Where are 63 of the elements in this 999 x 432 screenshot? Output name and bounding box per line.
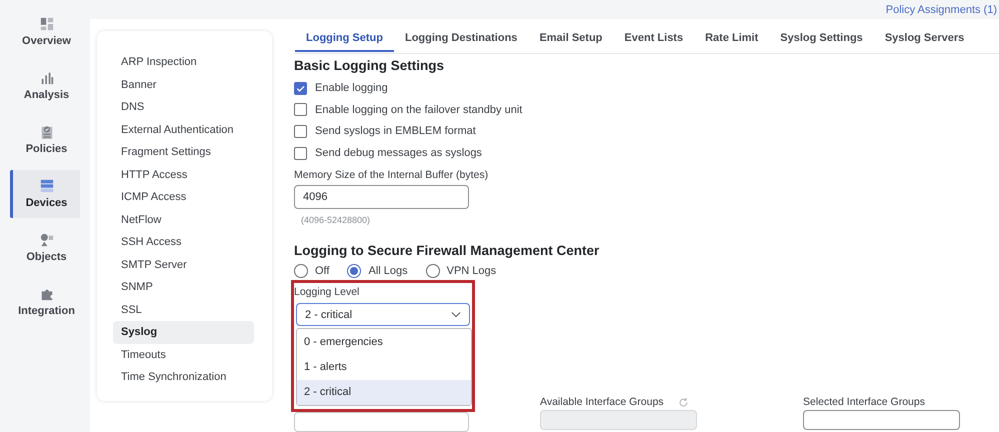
dropdown-option[interactable]: 2 - critical (297, 380, 471, 405)
settings-menu-item[interactable]: SSH Access (113, 231, 254, 254)
nav-item[interactable]: Analysis (10, 62, 80, 110)
radio-label: Off (315, 265, 330, 277)
settings-menu-item[interactable]: Syslog (113, 321, 254, 344)
checkbox[interactable] (294, 146, 307, 160)
settings-menu-item[interactable]: NetFlow (113, 208, 254, 232)
settings-menu-item[interactable]: DNS (113, 96, 254, 119)
nav-item[interactable]: Policies (10, 116, 80, 164)
field-label: Available Interface Groups (540, 396, 664, 408)
settings-menu-item[interactable]: Fragment Settings (113, 141, 254, 164)
radio-button[interactable] (347, 264, 362, 278)
settings-menu-item[interactable]: SNMP (113, 276, 254, 299)
checkbox[interactable] (294, 82, 307, 95)
clipboard-icon (40, 125, 54, 139)
nav-item[interactable]: Devices (10, 170, 80, 218)
nav-item[interactable]: Overview (10, 8, 80, 56)
section-title: Logging to Secure Firewall Management Center (294, 243, 600, 258)
tab[interactable]: Syslog Servers (874, 32, 976, 52)
settings-menu-item[interactable]: Banner (113, 74, 254, 96)
dropdown-option[interactable]: 1 - alerts (297, 355, 471, 380)
logging-level-dropdown[interactable]: 2 - critical (296, 303, 470, 326)
buffer-size-field[interactable]: 4096 (294, 185, 469, 209)
tab[interactable]: Event Lists (613, 32, 694, 52)
tab[interactable]: Logging Setup (295, 32, 394, 52)
checkbox-label: Enable logging on the failover standby unit (315, 104, 522, 116)
radio-button[interactable] (426, 264, 440, 278)
checkbox-label: Send syslogs in EMBLEM format (315, 125, 476, 138)
settings-menu-item[interactable]: Time Synchronization (113, 366, 254, 389)
dashboard-icon (40, 17, 54, 31)
radio-label: VPN Logs (446, 265, 496, 277)
settings-menu-item[interactable]: ICMP Access (113, 186, 254, 209)
field-label: Memory Size of the Internal Buffer (bytes) (294, 169, 490, 181)
settings-menu-item[interactable]: External Authentication (113, 118, 254, 142)
checkbox[interactable] (294, 124, 307, 138)
section-title: Basic Logging Settings (294, 58, 446, 74)
dropdown-option[interactable]: 0 - emergencies (297, 330, 471, 355)
settings-menu-item[interactable]: SSL (113, 298, 254, 322)
tab[interactable]: Logging Destinations (394, 32, 528, 52)
chevron-down-icon (451, 311, 461, 318)
field-label: Logging Level (294, 285, 360, 298)
nav-item[interactable]: Integration (10, 278, 80, 326)
puzzle-icon (40, 287, 54, 301)
radio-button[interactable] (294, 264, 308, 278)
shapes-icon (40, 233, 54, 247)
tab[interactable]: Rate Limit (694, 32, 770, 52)
checkbox-label: Enable logging (315, 82, 388, 94)
range-hint: (4096-52428800) (301, 215, 372, 225)
checkbox-label: Send debug messages as syslogs (315, 147, 482, 160)
tab[interactable]: Email Setup (528, 32, 614, 52)
nav-item[interactable]: Objects (10, 224, 80, 272)
radio-label: All Logs (368, 265, 408, 277)
policy-assignments-link[interactable]: Policy Assignments (1) (886, 4, 997, 16)
checkbox[interactable] (294, 103, 307, 116)
settings-menu-item[interactable]: Timeouts (113, 344, 254, 366)
server-stack-icon (40, 179, 54, 193)
bar-chart-icon (40, 71, 54, 85)
tab[interactable]: Syslog Settings (769, 32, 874, 52)
settings-menu-item[interactable]: SMTP Server (113, 254, 254, 276)
settings-menu-item[interactable]: ARP Inspection (113, 51, 254, 74)
field-label: Selected Interface Groups (803, 396, 925, 408)
input-field[interactable] (294, 412, 469, 432)
settings-menu-item[interactable]: HTTP Access (113, 164, 254, 186)
